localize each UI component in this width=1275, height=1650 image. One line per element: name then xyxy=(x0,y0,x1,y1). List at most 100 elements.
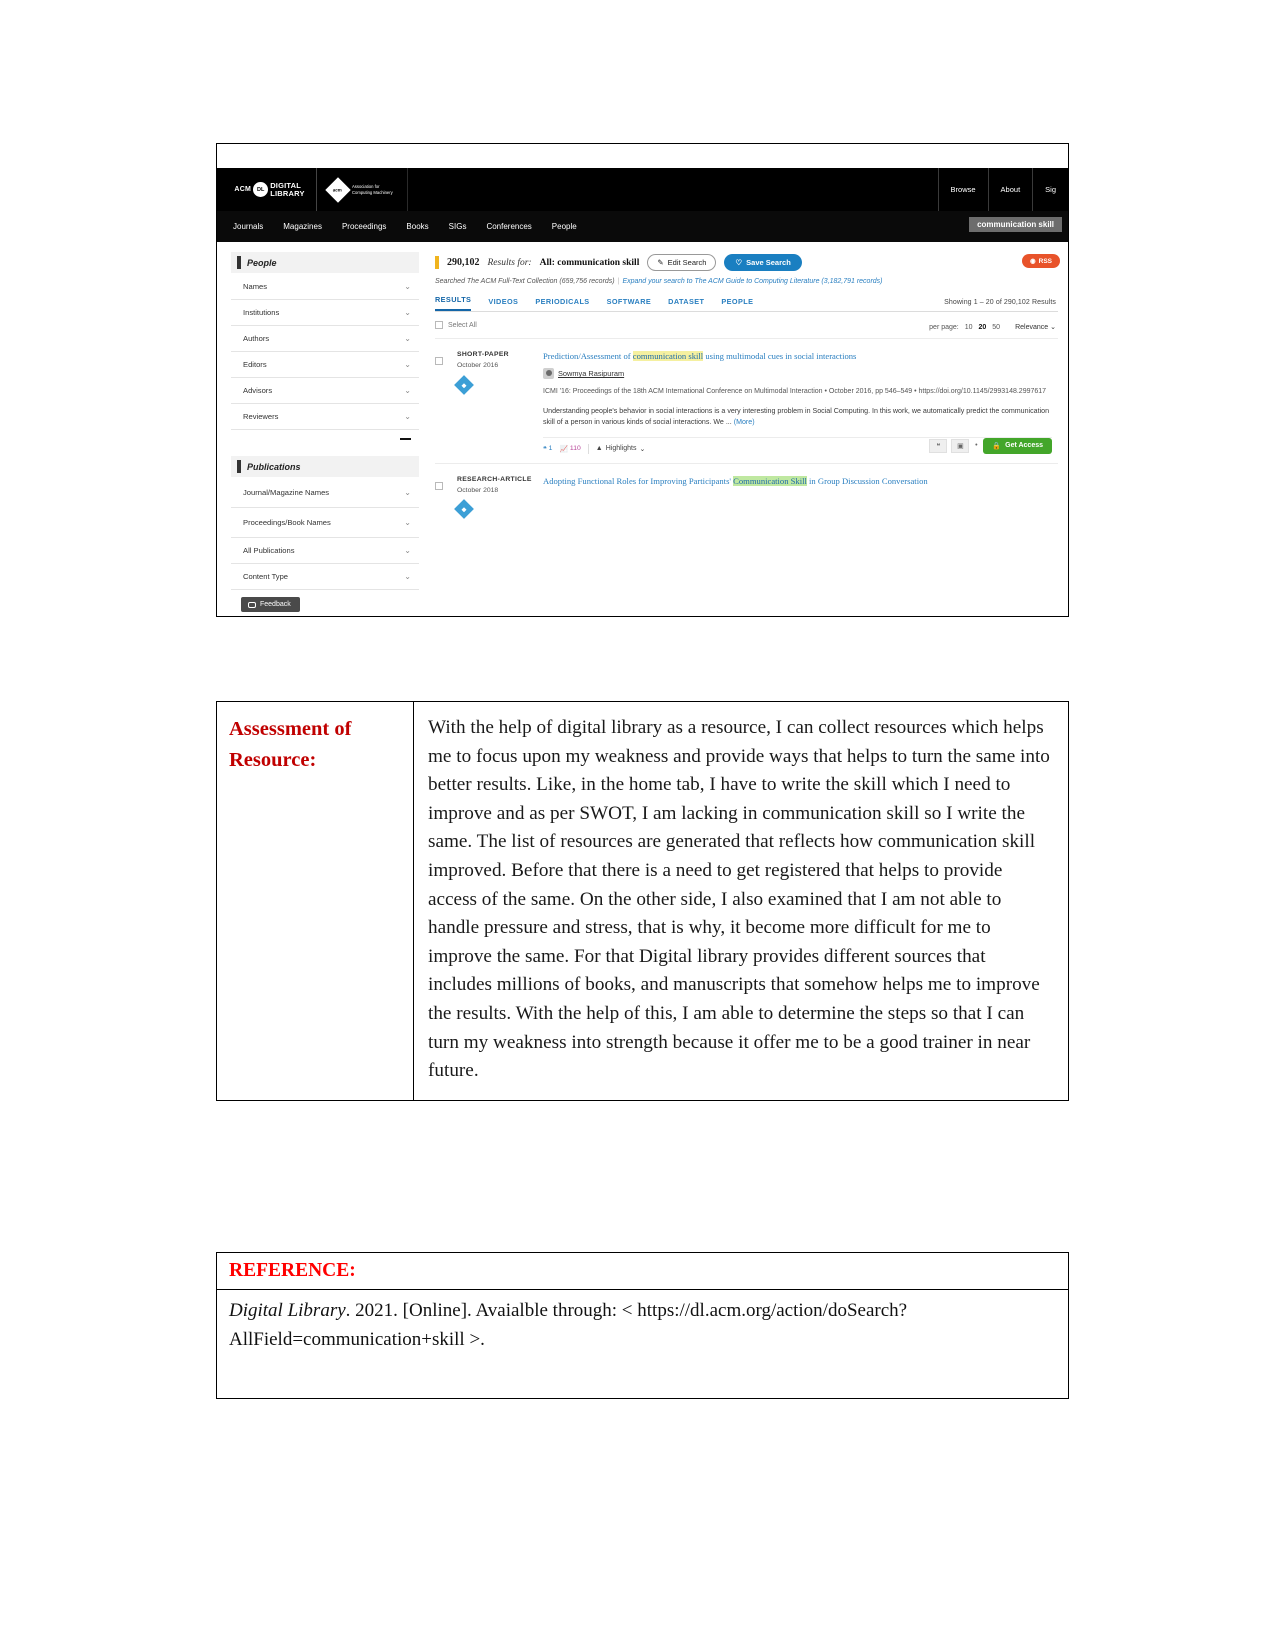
result-abstract-text: Understanding people's behavior in socia… xyxy=(543,406,1050,426)
chevron-down-icon: ⌄ xyxy=(1050,324,1056,331)
acm-main-nav: Journals Magazines Proceedings Books SIG… xyxy=(217,211,1068,242)
result-type-label: SHORT-PAPER xyxy=(457,351,509,358)
search-input[interactable]: communication skill xyxy=(969,217,1062,232)
facet-collapse-handle[interactable] xyxy=(231,430,419,448)
facet-label-proceedings-book-names: Proceedings/Book Names xyxy=(243,517,331,527)
feedback-button[interactable]: Feedback xyxy=(241,597,300,612)
searched-collection-line: Searched The ACM Full-Text Collection (6… xyxy=(435,278,1058,285)
tab-periodicals[interactable]: PERIODICALS xyxy=(535,297,589,311)
result-meta: SHORT-PAPER October 2016 xyxy=(454,350,543,463)
acm-dl-logo[interactable]: ACM DL DIGITAL LIBRARY xyxy=(217,168,317,211)
search-results-column: 290,102 Results for: All: communication … xyxy=(419,242,1068,616)
tab-software[interactable]: SOFTWARE xyxy=(607,297,652,311)
per-page-option-10[interactable]: 10 xyxy=(965,324,973,331)
save-to-binder-button[interactable]: ▣ xyxy=(951,438,970,453)
facet-row-authors[interactable]: Authors ⌄ xyxy=(231,326,419,352)
facet-row-journal-magazine-names[interactable]: Journal/Magazine Names ⌄ xyxy=(231,478,419,508)
facet-gap xyxy=(231,448,419,456)
result-author[interactable]: Sowmya Rasipuram xyxy=(543,368,1052,380)
results-header: 290,102 Results for: All: communication … xyxy=(435,254,1058,271)
open-access-badge-icon xyxy=(454,374,474,395)
result-checkbox-cell xyxy=(435,350,457,463)
download-count-value: 110 xyxy=(569,445,581,453)
facet-row-content-type[interactable]: Content Type ⌄ xyxy=(231,564,419,590)
acm-association-logo[interactable]: acm Association for Computing Machinery xyxy=(317,168,408,211)
result-title-link[interactable]: Adopting Functional Roles for Improving … xyxy=(543,475,1052,487)
acm-diamond-icon: acm xyxy=(325,176,351,203)
results-query: All: communication skill xyxy=(539,257,640,268)
facet-group-publications-header: Publications xyxy=(231,456,419,477)
select-all-checkbox[interactable] xyxy=(435,321,443,329)
chevron-down-icon: ⌄ xyxy=(404,334,411,343)
nav-item-people[interactable]: People xyxy=(542,222,587,231)
get-access-button[interactable]: 🔒 Get Access xyxy=(983,437,1052,454)
chevron-down-icon: ⌄ xyxy=(404,546,411,555)
edit-search-button[interactable]: ✎ Edit Search xyxy=(647,254,717,271)
quote-icon: ❝ xyxy=(543,445,547,453)
assessment-table: Assessment of Resource: With the help of… xyxy=(216,701,1069,1101)
facet-row-advisors[interactable]: Advisors ⌄ xyxy=(231,378,419,404)
tab-results[interactable]: RESULTS xyxy=(435,295,472,311)
highlights-dropdown[interactable]: ▲ Highlights ⌄ xyxy=(596,445,646,453)
more-link[interactable]: (More) xyxy=(734,418,755,426)
acm-top-bar: ACM DL DIGITAL LIBRARY acm Association f… xyxy=(217,168,1068,211)
per-page-label: per page: xyxy=(929,324,959,331)
chevron-down-icon: ⌄ xyxy=(404,282,411,291)
left-gutter xyxy=(217,242,231,616)
result-select-checkbox[interactable] xyxy=(435,481,443,490)
reference-heading-cell: REFERENCE: xyxy=(217,1253,1068,1291)
topbar-link-browse[interactable]: Browse xyxy=(937,168,988,211)
facet-row-reviewers[interactable]: Reviewers ⌄ xyxy=(231,404,419,430)
facet-row-all-publications[interactable]: All Publications ⌄ xyxy=(231,538,419,564)
result-title-post: in Group Discussion Conversation xyxy=(806,475,928,486)
save-search-button[interactable]: ♡ Save Search xyxy=(724,254,802,271)
nav-item-sigs[interactable]: SIGs xyxy=(439,222,477,231)
facet-label-names: Names xyxy=(243,281,268,291)
expand-search-link[interactable]: Expand your search to The ACM Guide to C… xyxy=(622,278,882,285)
per-page-option-20[interactable]: 20 xyxy=(978,324,986,331)
assessment-body-text: With the help of digital library as a re… xyxy=(428,717,1050,1082)
tab-dataset[interactable]: DATASET xyxy=(668,297,704,311)
chevron-down-icon: ⌄ xyxy=(404,488,411,497)
chevron-down-icon: ⌄ xyxy=(404,572,411,581)
dl-badge-icon: DL xyxy=(253,182,269,197)
topbar-link-about[interactable]: About xyxy=(987,168,1033,211)
more-actions-button[interactable]: • xyxy=(973,439,979,453)
topbar-link-sig[interactable]: Sig xyxy=(1032,168,1068,211)
rss-icon: ◉ xyxy=(1029,258,1036,265)
result-actions: ❝ ▣ • 🔒 Get Access xyxy=(929,437,1052,454)
result-title-highlight: communication skill xyxy=(632,351,704,361)
sort-label: Relevance xyxy=(1015,324,1049,331)
result-main: Adopting Functional Roles for Improving … xyxy=(543,475,1058,517)
facet-row-institutions[interactable]: Institutions ⌄ xyxy=(231,300,419,326)
tab-people[interactable]: PEOPLE xyxy=(721,297,753,311)
result-title-link[interactable]: Prediction/Assessment of communication s… xyxy=(543,350,1052,362)
highlight-icon: ▲ xyxy=(595,445,603,453)
facet-label-content-type: Content Type xyxy=(243,571,289,581)
result-date: October 2016 xyxy=(457,361,499,369)
nav-item-conferences[interactable]: Conferences xyxy=(476,222,541,231)
rss-button[interactable]: ◉ RSS xyxy=(1021,254,1060,268)
save-search-label: Save Search xyxy=(746,258,791,267)
speech-bubble-icon xyxy=(248,601,256,608)
facet-row-proceedings-book-names[interactable]: Proceedings/Book Names ⌄ xyxy=(231,508,419,538)
chevron-down-icon: ⌄ xyxy=(404,308,411,317)
tab-videos[interactable]: VIDEOS xyxy=(488,297,518,311)
pencil-icon: ✎ xyxy=(657,258,664,267)
facet-row-names[interactable]: Names ⌄ xyxy=(231,274,419,300)
reference-body-cell: Digital Library. 2021. [Online]. Avaialb… xyxy=(217,1290,1068,1398)
facet-label-all-publications: All Publications xyxy=(243,545,295,555)
nav-item-proceedings[interactable]: Proceedings xyxy=(332,222,396,231)
facet-row-editors[interactable]: Editors ⌄ xyxy=(231,352,419,378)
sort-dropdown[interactable]: Relevance ⌄ xyxy=(1015,323,1056,331)
nav-item-magazines[interactable]: Magazines xyxy=(273,222,332,231)
nav-item-books[interactable]: Books xyxy=(396,222,438,231)
per-page-option-50[interactable]: 50 xyxy=(992,324,1000,331)
facet-sidebar: People Names ⌄ Institutions ⌄ Authors ⌄ … xyxy=(231,242,419,616)
citation-count[interactable]: ❝ 1 xyxy=(543,445,552,453)
download-count[interactable]: 📈 110 xyxy=(559,445,580,453)
assoc-line-2: Computing Machinery xyxy=(352,189,393,195)
nav-item-journals[interactable]: Journals xyxy=(229,222,273,231)
result-select-checkbox[interactable] xyxy=(435,357,443,365)
cite-button[interactable]: ❝ xyxy=(929,438,948,453)
